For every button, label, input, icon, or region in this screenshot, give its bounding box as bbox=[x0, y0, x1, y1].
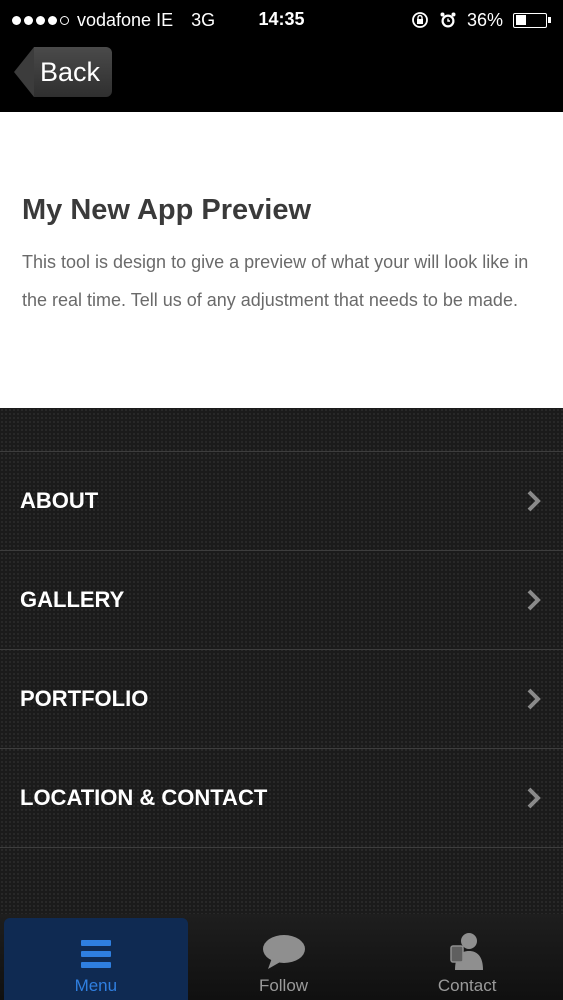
speech-bubble-icon bbox=[262, 935, 305, 969]
tab-contact[interactable]: Contact bbox=[375, 918, 559, 1000]
tab-label: Follow bbox=[258, 976, 309, 995]
alarm-clock-icon bbox=[440, 12, 456, 28]
tab-label: Menu bbox=[74, 976, 118, 995]
menu-item-gallery[interactable]: GALLERY bbox=[0, 551, 563, 650]
carrier-name: vodafone IE bbox=[77, 9, 174, 30]
tab-bar: Menu Follow Contact bbox=[0, 914, 563, 1000]
back-button[interactable]: Back bbox=[14, 47, 113, 97]
menu-item-label: PORTFOLIO bbox=[20, 686, 149, 711]
tab-follow[interactable]: Follow bbox=[192, 918, 376, 1000]
intro-section: My New App Preview This tool is design t… bbox=[0, 112, 563, 408]
tab-label: Contact bbox=[437, 976, 497, 995]
status-bar: vodafone IE 3G 14:35 36% bbox=[0, 0, 563, 40]
network-type: 3G bbox=[191, 9, 216, 30]
signal-strength-icon bbox=[12, 15, 69, 25]
tab-menu[interactable]: Menu bbox=[4, 918, 188, 1000]
back-arrow-icon bbox=[14, 47, 34, 97]
menu-item-location-contact[interactable]: LOCATION & CONTACT bbox=[0, 749, 563, 848]
contact-person-icon bbox=[450, 933, 484, 970]
intro-description: This tool is design to give a preview of… bbox=[22, 252, 529, 310]
menu-item-portfolio[interactable]: PORTFOLIO bbox=[0, 650, 563, 749]
menu-list: ABOUT GALLERY PORTFOLIO LOCATION & CONTA… bbox=[0, 451, 563, 848]
back-button-label: Back bbox=[34, 47, 113, 97]
status-right: 36% bbox=[411, 10, 551, 31]
chevron-right-icon bbox=[527, 688, 541, 710]
menu-item-label: ABOUT bbox=[20, 488, 99, 513]
chevron-right-icon bbox=[527, 490, 541, 512]
menu-icon bbox=[80, 940, 111, 968]
menu-item-label: GALLERY bbox=[20, 587, 125, 612]
navigation-bar: Back bbox=[0, 40, 563, 112]
chevron-right-icon bbox=[527, 787, 541, 809]
battery-icon bbox=[513, 12, 551, 28]
battery-percent: 36% bbox=[466, 9, 503, 30]
rotation-lock-icon bbox=[412, 12, 428, 28]
status-left: vodafone IE 3G bbox=[12, 10, 215, 31]
chevron-right-icon bbox=[527, 589, 541, 611]
menu-item-about[interactable]: ABOUT bbox=[0, 452, 563, 551]
page-title: My New App Preview bbox=[22, 194, 312, 226]
menu-item-label: LOCATION & CONTACT bbox=[20, 785, 268, 810]
menu-area: ABOUT GALLERY PORTFOLIO LOCATION & CONTA… bbox=[0, 408, 563, 914]
